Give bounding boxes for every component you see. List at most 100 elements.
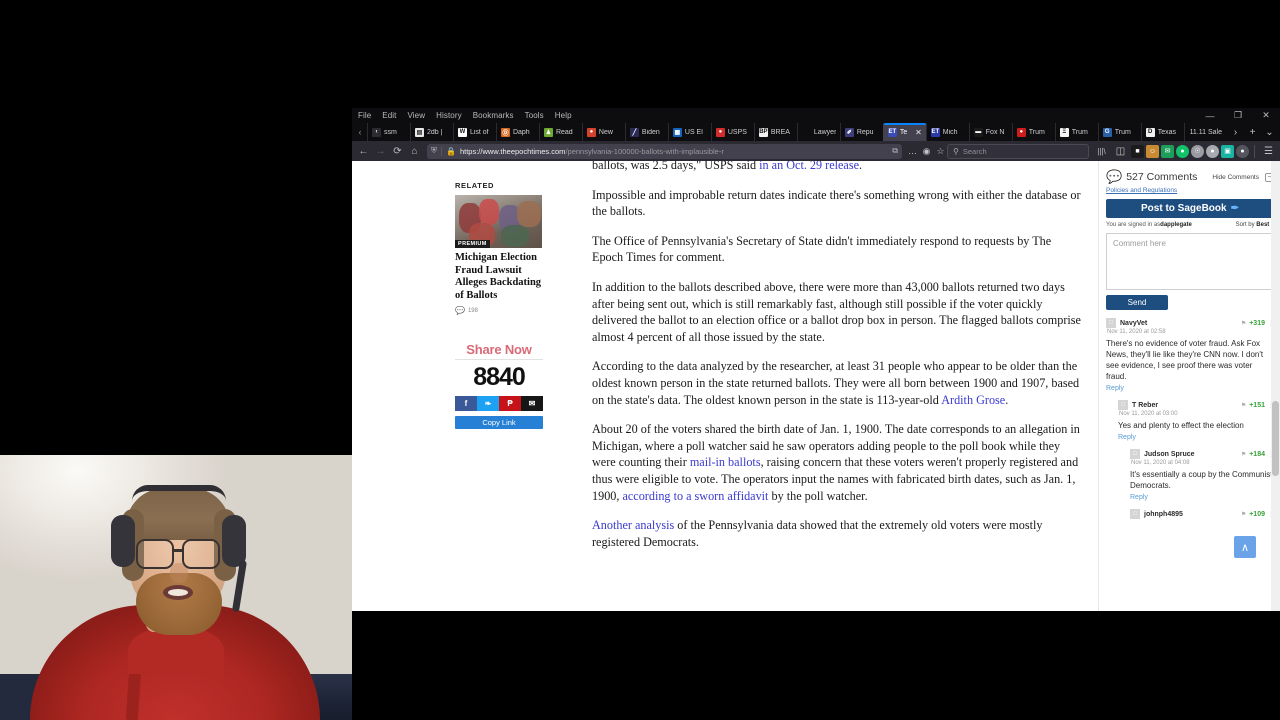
maximize-button[interactable]: ❐ (1224, 108, 1252, 123)
menu-view[interactable]: View (407, 111, 425, 120)
sort-by-control[interactable]: Sort by Best ▾ (1236, 221, 1274, 228)
page-actions-icon[interactable]: … (906, 146, 919, 156)
menu-bookmarks[interactable]: Bookmarks (473, 111, 514, 120)
close-button[interactable]: ✕ (1252, 108, 1280, 123)
browser-tab[interactable]: Lawyer Sy (796, 123, 840, 141)
list-all-tabs-icon[interactable]: ⌄ (1261, 123, 1278, 141)
comment-reply-button[interactable]: Reply (1130, 494, 1274, 501)
avatar: □ (1118, 400, 1128, 410)
browser-tab[interactable]: ● Trum (1011, 123, 1055, 141)
signed-in-prefix: You are signed in as (1106, 221, 1161, 228)
comment-username[interactable]: T Reber (1132, 402, 1158, 409)
extension-icon-5[interactable]: ☉ (1191, 144, 1204, 158)
account-icon[interactable]: ● (1236, 144, 1249, 158)
tracking-shield-icon[interactable]: ⛨ (431, 146, 437, 156)
browser-tab[interactable]: ▬ Fox N (968, 123, 1012, 141)
bookmark-star-icon[interactable]: ☆ (934, 146, 947, 157)
browser-tab[interactable]: ET Te ✕ (882, 123, 926, 141)
flag-icon[interactable]: ⚑ (1241, 402, 1246, 409)
send-comment-button[interactable]: Send (1106, 295, 1168, 310)
forward-icon[interactable]: → (372, 143, 389, 160)
menu-tools[interactable]: Tools (525, 111, 544, 120)
article-text: In addition to the ballots described abo… (592, 279, 1081, 344)
article-link[interactable]: Another analysis (592, 518, 674, 532)
menu-file[interactable]: File (358, 111, 371, 120)
library-icon[interactable]: |||\ (1093, 143, 1110, 160)
browser-tab[interactable]: ‹ ssm (367, 123, 410, 141)
tab-sale-label[interactable]: 11.11 Sale (1183, 123, 1227, 141)
tab-favicon-icon: ET (930, 127, 940, 137)
share-facebook-icon[interactable]: f (455, 396, 477, 412)
browser-tab[interactable]: ✐ Repu (839, 123, 883, 141)
back-icon[interactable]: ← (355, 143, 372, 160)
extension-icon-6[interactable]: ● (1206, 144, 1219, 158)
browser-tab[interactable]: W List of (452, 123, 496, 141)
comment-reply-button[interactable]: Reply (1106, 385, 1274, 392)
menu-help[interactable]: Help (555, 111, 572, 120)
reload-icon[interactable]: ⟳ (389, 143, 406, 160)
home-icon[interactable]: ⌂ (406, 143, 423, 160)
address-bar[interactable]: ⛨ 🔒 https://www.theepochtimes.com/pennsy… (427, 143, 902, 159)
browser-tab[interactable]: ╱ Biden (624, 123, 668, 141)
search-input[interactable]: ⚲ Search (947, 143, 1089, 159)
browser-tab[interactable]: D Texas (1140, 123, 1184, 141)
browser-tab[interactable]: BP BREA (753, 123, 797, 141)
comment-username[interactable]: NavyVet (1120, 320, 1147, 327)
browser-tab[interactable]: ▤ 2db | (409, 123, 453, 141)
new-tab-button[interactable]: + (1244, 123, 1261, 141)
browser-tab[interactable]: ● USPS (710, 123, 754, 141)
article-link[interactable]: according to a sworn affidavit (622, 489, 768, 503)
browser-tab[interactable]: Ξ Trum (1054, 123, 1098, 141)
comment-text: Yes and plenty to effect the election (1118, 421, 1244, 430)
comment-timestamp: Nov 11, 2020 at 04:08 (1131, 460, 1190, 466)
post-to-sagebook-button[interactable]: Post to SageBook ✒ (1106, 199, 1274, 218)
comment-vote-area: ⚑+109⋮ (1241, 511, 1274, 518)
menu-history[interactable]: History (436, 111, 462, 120)
tabs-scroll-right-icon[interactable]: › (1227, 123, 1244, 141)
browser-tab[interactable]: Ⓓ Daph (495, 123, 539, 141)
menu-edit[interactable]: Edit (382, 111, 396, 120)
flag-icon[interactable]: ⚑ (1241, 451, 1246, 458)
related-thumbnail[interactable]: PREMIUM (455, 195, 542, 248)
browser-tab[interactable]: G Trum (1097, 123, 1141, 141)
share-email-icon[interactable]: ✉ (521, 396, 543, 412)
share-twitter-icon[interactable]: ❧ (477, 396, 499, 412)
pocket-icon[interactable]: ◉ (920, 146, 933, 157)
comment-textarea[interactable]: Comment here (1106, 233, 1274, 290)
webcam-glasses-bridge (174, 549, 183, 552)
hide-comments-button[interactable]: Hide Comments (1212, 174, 1259, 181)
tab-favicon-icon: ✐ (844, 127, 854, 137)
extension-icon-3[interactable]: ✉ (1161, 144, 1174, 158)
flag-icon[interactable]: ⚑ (1241, 511, 1246, 518)
policies-link[interactable]: Policies and Regulations (1106, 187, 1274, 194)
browser-tab[interactable]: ET Mich (925, 123, 969, 141)
article-link[interactable]: Ardith Grose (941, 393, 1005, 407)
comment-username[interactable]: Judson Spruce (1144, 451, 1195, 458)
page-scrollbar[interactable] (1271, 161, 1280, 611)
comment-reply-button[interactable]: Reply (1118, 434, 1274, 441)
browser-tab[interactable]: ● New (581, 123, 625, 141)
flag-icon[interactable]: ⚑ (1241, 320, 1246, 327)
related-article-title[interactable]: Michigan Election Fraud Lawsuit Alleges … (455, 252, 543, 302)
tab-strip: ‹ ‹ ssm ▤ 2db | W List of Ⓓ Daph ♟ Read ● New ╱ Biden… (352, 123, 1280, 141)
tab-close-icon[interactable]: ✕ (915, 128, 922, 137)
article-link[interactable]: in an Oct. 29 release (759, 161, 859, 172)
comment-username[interactable]: johnph4895 (1144, 511, 1183, 518)
share-parler-icon[interactable]: ₱ (499, 396, 521, 412)
article-link[interactable]: mail-in ballots (690, 455, 761, 469)
sidebar-toggle-icon[interactable]: ◫ (1112, 143, 1129, 160)
tabs-scroll-left-icon[interactable]: ‹ (353, 123, 367, 141)
extension-icon-7[interactable]: ▣ (1221, 144, 1234, 158)
extension-icon-4[interactable]: ● (1176, 144, 1189, 158)
page-scroll-thumb[interactable] (1272, 401, 1279, 476)
browser-tab[interactable]: ♟ Read (538, 123, 582, 141)
browser-tab[interactable]: ▦ US El (667, 123, 711, 141)
article-text: ballots, was 2.5 days," USPS said (592, 161, 760, 172)
extension-icon-1[interactable]: ■ (1131, 144, 1144, 158)
scroll-to-top-button[interactable]: ∧ (1234, 536, 1256, 558)
reader-view-icon[interactable]: ⧉ (892, 146, 898, 156)
copy-link-button[interactable]: Copy Link (455, 416, 543, 430)
app-menu-icon[interactable]: ☰ (1260, 143, 1277, 160)
minimize-button[interactable]: — (1196, 108, 1224, 123)
extension-icon-2[interactable]: ☺ (1146, 144, 1159, 158)
